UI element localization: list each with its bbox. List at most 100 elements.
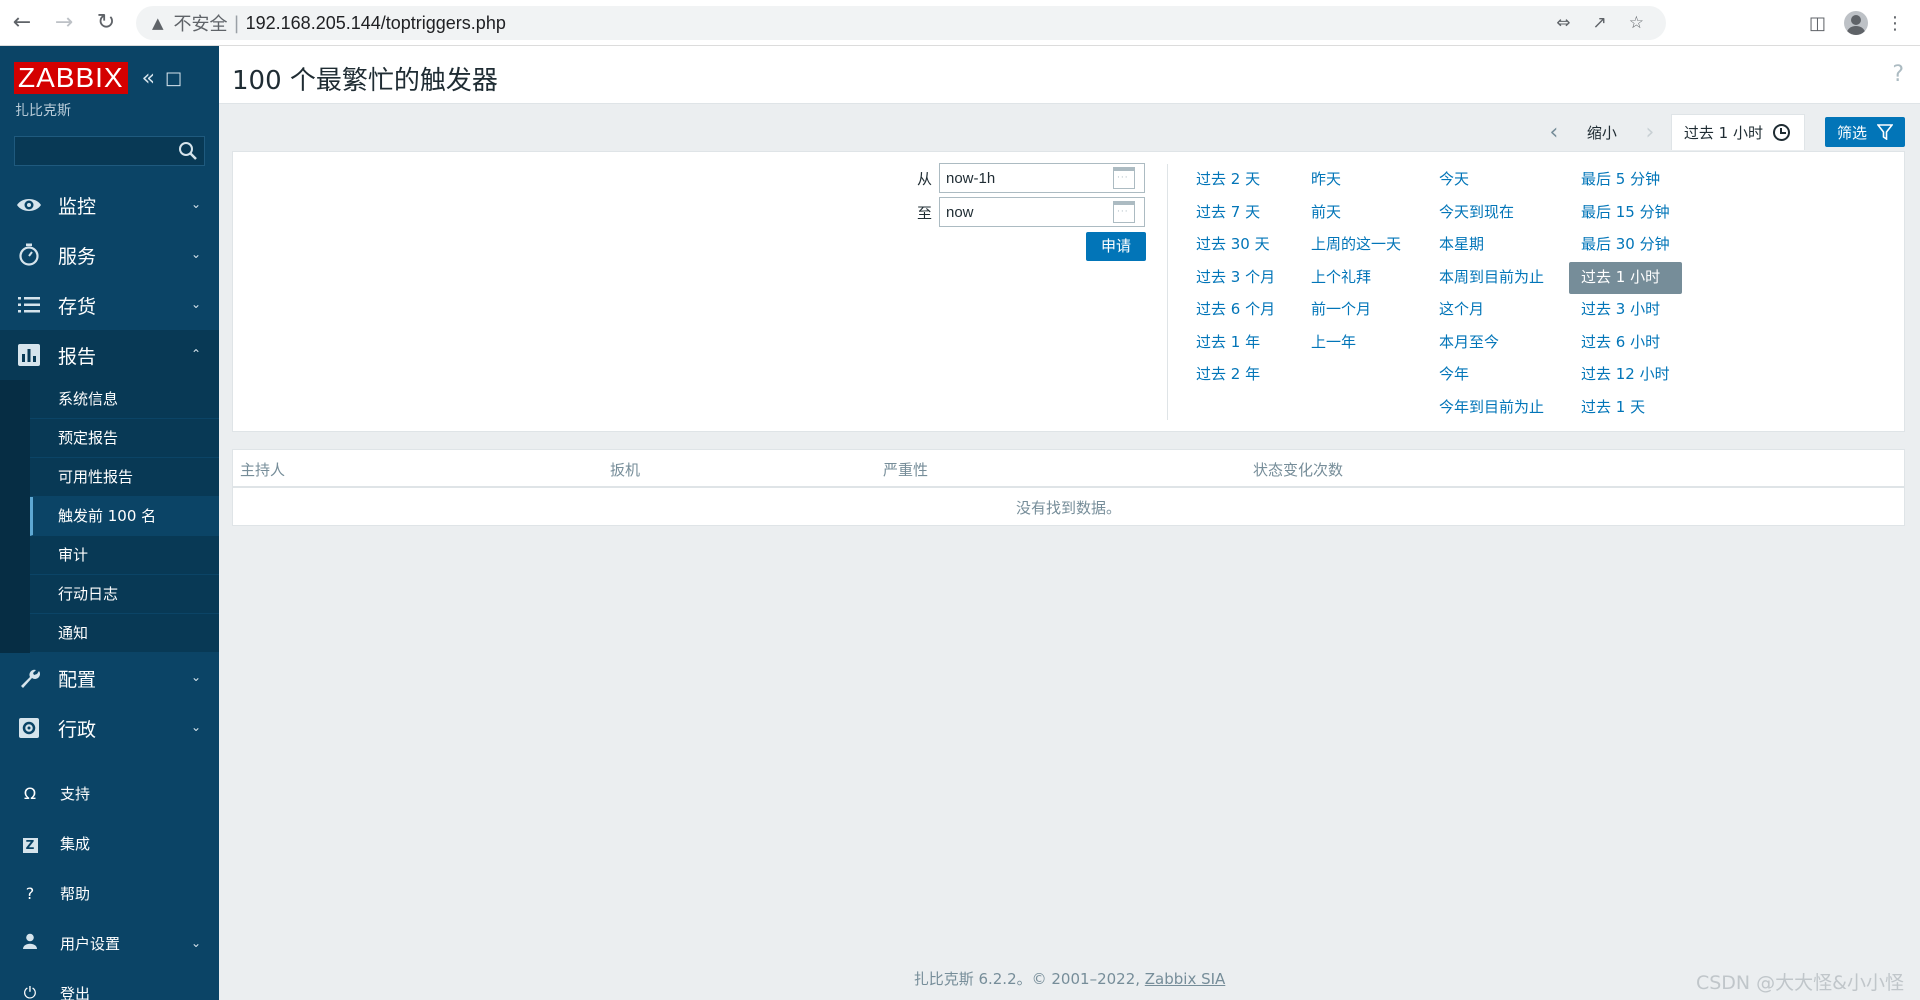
quick-range-link[interactable]: 过去 3 个月: [1184, 262, 1287, 295]
quick-range-link[interactable]: 上周的这一天: [1299, 229, 1413, 262]
menu-label: 集成: [60, 834, 91, 853]
time-range-tab[interactable]: 过去 1 小时: [1670, 114, 1805, 150]
quick-range-link[interactable]: 今天到现在: [1427, 197, 1556, 230]
to-label: 至: [917, 204, 933, 222]
quick-range-link[interactable]: 过去 12 小时: [1569, 359, 1682, 392]
column-header-host[interactable]: 主持人: [240, 459, 285, 480]
quick-range-link[interactable]: 最后 30 分钟: [1569, 229, 1682, 262]
footer-link[interactable]: Zabbix SIA: [1145, 970, 1226, 988]
menu-administration[interactable]: 行政 ⌄: [0, 703, 219, 753]
column-header-severity[interactable]: 严重性: [883, 459, 928, 480]
zoom-out-button[interactable]: 缩小: [1569, 122, 1635, 143]
share-icon[interactable]: ↗: [1593, 13, 1607, 33]
chevron-down-icon: ⌄: [190, 720, 201, 734]
quick-range-link[interactable]: 上个礼拜: [1299, 262, 1413, 295]
quick-range-link-selected[interactable]: 过去 1 小时: [1569, 261, 1682, 294]
filter-tab[interactable]: 筛选: [1824, 117, 1905, 147]
submenu-notifications[interactable]: 通知: [30, 614, 219, 653]
reports-submenu: 系统信息 预定报告 可用性报告 触发前 100 名 审计 行动日志 通知: [0, 380, 219, 653]
bookmark-star-icon[interactable]: ☆: [1629, 13, 1644, 33]
menu-inventory[interactable]: 存货 ⌄: [0, 280, 219, 330]
power-icon: ⏻: [23, 983, 37, 1000]
collapse-sidebar-icon[interactable]: «: [142, 66, 155, 91]
reload-icon[interactable]: ↻: [86, 3, 126, 43]
menu-services[interactable]: 服务 ⌄: [0, 230, 219, 280]
zabbix-logo[interactable]: ZABBIX: [14, 62, 128, 94]
back-icon[interactable]: ←: [2, 3, 42, 43]
submenu-scheduled-reports[interactable]: 预定报告: [30, 419, 219, 458]
forward-icon[interactable]: →: [44, 3, 84, 43]
filter-label: 筛选: [1836, 123, 1867, 142]
quick-range-link[interactable]: 过去 1 天: [1569, 392, 1682, 425]
quick-range-link[interactable]: 最后 5 分钟: [1569, 164, 1682, 197]
kiosk-mode-icon[interactable]: □: [165, 68, 182, 89]
insecure-label: 不安全: [173, 14, 228, 35]
quick-range-link[interactable]: 过去 30 天: [1184, 229, 1287, 262]
quick-range-link[interactable]: 今天: [1427, 164, 1556, 197]
menu-help[interactable]: ? 帮助: [0, 868, 219, 918]
column-header-trigger[interactable]: 扳机: [610, 459, 640, 480]
quick-range-link[interactable]: 昨天: [1299, 164, 1413, 197]
apply-button[interactable]: 申请: [1086, 232, 1146, 261]
translate-icon[interactable]: ⇔: [1556, 13, 1570, 33]
menu-sign-out[interactable]: ⏻ 登出: [0, 968, 219, 1000]
quick-range-link[interactable]: 本周到目前为止: [1427, 262, 1556, 295]
quick-range-link[interactable]: 本星期: [1427, 229, 1556, 262]
stopwatch-icon: [16, 242, 42, 268]
quick-range-link[interactable]: 本月至今: [1427, 327, 1556, 360]
submenu-system-info[interactable]: 系统信息: [30, 380, 219, 419]
quick-range-link[interactable]: 最后 15 分钟: [1569, 197, 1682, 230]
previous-period-icon[interactable]: ‹: [1539, 120, 1569, 145]
quick-range-link[interactable]: 过去 3 小时: [1569, 294, 1682, 327]
calendar-icon[interactable]: [1113, 201, 1135, 223]
side-panel-icon[interactable]: ◫: [1809, 13, 1826, 34]
quick-range-link[interactable]: 今年: [1427, 359, 1556, 392]
address-bar[interactable]: ▲ 不安全 | 192.168.205.144/toptriggers.php …: [136, 6, 1666, 40]
submenu-availability-report[interactable]: 可用性报告: [30, 458, 219, 497]
help-icon[interactable]: ?: [1892, 62, 1904, 87]
chevron-down-icon: ⌄: [190, 197, 201, 211]
quick-range-link[interactable]: 过去 2 天: [1184, 164, 1287, 197]
menu-user-settings[interactable]: 用户设置 ⌄: [0, 918, 219, 968]
search-icon[interactable]: [178, 141, 198, 161]
bottom-menu: Ω 支持 Z 集成 ? 帮助 用户设置 ⌄ ⏻ 登出: [0, 768, 219, 1000]
time-range-label: 过去 1 小时: [1683, 124, 1763, 142]
quick-range-link[interactable]: 过去 6 个月: [1184, 294, 1287, 327]
kebab-menu-icon[interactable]: ⋮: [1886, 13, 1904, 34]
menu-support[interactable]: Ω 支持: [0, 768, 219, 818]
quick-range-link[interactable]: 上一年: [1299, 327, 1413, 360]
profile-avatar-icon[interactable]: [1844, 11, 1868, 35]
table-header: 主持人 扳机 严重性 状态变化次数: [233, 450, 1904, 488]
menu-monitoring[interactable]: 监控 ⌄: [0, 180, 219, 230]
chevron-down-icon: ⌄: [190, 936, 201, 950]
quick-ranges-col-3: 今天 今天到现在 本星期 本周到目前为止 这个月 本月至今 今年 今年到目前为止: [1427, 164, 1556, 424]
submenu-audit[interactable]: 审计: [30, 536, 219, 575]
quick-range-link[interactable]: 前一个月: [1299, 294, 1413, 327]
filter-icon: [1877, 124, 1893, 140]
column-header-status-changes[interactable]: 状态变化次数: [1253, 459, 1343, 480]
time-filter-panel: 从 至 申请 过去 2 天 过去 7 天 过去 30 天 过去 3 个月 过去 …: [232, 151, 1905, 432]
divider: [1167, 164, 1168, 420]
menu-integrations[interactable]: Z 集成: [0, 818, 219, 868]
menu-configuration[interactable]: 配置 ⌄: [0, 653, 219, 703]
submenu-top-100-triggers[interactable]: 触发前 100 名: [30, 497, 219, 536]
submenu-action-log[interactable]: 行动日志: [30, 575, 219, 614]
quick-range-link[interactable]: 过去 7 天: [1184, 197, 1287, 230]
gear-icon: [16, 715, 42, 741]
quick-range-link[interactable]: 这个月: [1427, 294, 1556, 327]
next-period-icon[interactable]: ›: [1635, 120, 1665, 145]
url-text[interactable]: 192.168.205.144/toptriggers.php: [246, 13, 506, 34]
calendar-icon[interactable]: [1113, 167, 1135, 189]
sidebar-search-input[interactable]: [14, 136, 205, 166]
quick-range-link[interactable]: 过去 6 小时: [1569, 327, 1682, 360]
quick-range-link[interactable]: 前天: [1299, 197, 1413, 230]
quick-range-link[interactable]: 今年到目前为止: [1427, 392, 1556, 425]
menu-reports[interactable]: 报告 ⌃: [0, 330, 219, 380]
page-title: 100 个最繁忙的触发器: [232, 66, 498, 96]
question-icon: ?: [25, 883, 35, 903]
quick-ranges-col-4: 最后 5 分钟 最后 15 分钟 最后 30 分钟 过去 1 小时 过去 3 小…: [1569, 164, 1682, 424]
quick-range-link[interactable]: 过去 1 年: [1184, 327, 1287, 360]
user-icon: [20, 933, 40, 953]
quick-range-link[interactable]: 过去 2 年: [1184, 359, 1287, 392]
warning-icon[interactable]: ▲: [152, 14, 164, 32]
